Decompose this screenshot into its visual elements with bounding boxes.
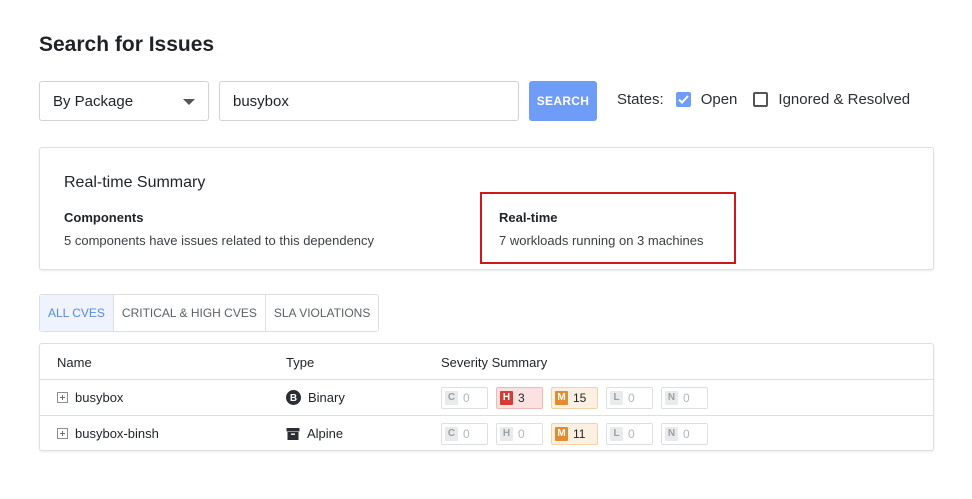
table-row[interactable]: busybox B Binary C0 H3 M 15 L0 N0 bbox=[40, 380, 933, 416]
checkmark-icon bbox=[677, 95, 689, 104]
realtime-summary-card: Real-time Summary Components 5 component… bbox=[39, 147, 934, 270]
open-checkbox[interactable] bbox=[675, 92, 691, 107]
search-button[interactable]: SEARCH bbox=[529, 81, 597, 121]
negligible-count-badge[interactable]: N0 bbox=[661, 386, 708, 409]
low-count-badge[interactable]: L0 bbox=[606, 386, 653, 409]
row-type: Alpine bbox=[307, 426, 344, 441]
states-label: States: bbox=[617, 91, 664, 108]
medium-count-badge[interactable]: M 15 bbox=[551, 386, 598, 409]
chevron-down-icon bbox=[183, 99, 195, 105]
header-type[interactable]: Type bbox=[286, 355, 314, 370]
critical-count-badge[interactable]: C0 bbox=[441, 422, 488, 445]
ignored-resolved-checkbox[interactable] bbox=[753, 92, 769, 107]
search-mode-dropdown[interactable]: By Package bbox=[39, 81, 209, 121]
archive-box-icon bbox=[286, 427, 300, 441]
row-type: Binary bbox=[308, 390, 345, 405]
components-heading: Components bbox=[64, 210, 144, 225]
medium-count-badge[interactable]: M 11 bbox=[551, 422, 598, 445]
high-count-badge[interactable]: H0 bbox=[496, 422, 543, 445]
high-count-badge[interactable]: H3 bbox=[496, 386, 543, 409]
states-filter: States: Open Ignored & Resolved bbox=[617, 91, 910, 108]
components-summary: Components 5 components have issues rela… bbox=[64, 210, 374, 248]
negligible-count-badge[interactable]: N0 bbox=[661, 422, 708, 445]
highlight-box bbox=[480, 192, 736, 264]
ignored-resolved-label: Ignored & Resolved bbox=[778, 91, 911, 108]
table-header: Name Type Severity Summary bbox=[40, 344, 933, 380]
row-name: busybox-binsh bbox=[75, 426, 159, 441]
issues-table: Name Type Severity Summary busybox B Bin… bbox=[39, 343, 934, 451]
svg-text:B: B bbox=[290, 393, 297, 404]
tab-critical-high-cves[interactable]: CRITICAL & HIGH CVES bbox=[114, 295, 266, 331]
tab-sla-violations[interactable]: SLA VIOLATIONS bbox=[266, 295, 378, 331]
search-input[interactable] bbox=[219, 81, 519, 121]
severity-summary: C0 H0 M 11 L0 N0 bbox=[441, 416, 716, 451]
cve-tabs: ALL CVES CRITICAL & HIGH CVES SLA VIOLAT… bbox=[39, 294, 380, 332]
header-name[interactable]: Name bbox=[57, 355, 92, 370]
low-count-badge[interactable]: L0 bbox=[606, 422, 653, 445]
expand-icon[interactable] bbox=[57, 428, 68, 439]
expand-icon[interactable] bbox=[57, 392, 68, 403]
search-mode-value: By Package bbox=[53, 92, 134, 110]
table-row[interactable]: busybox-binsh Alpine C0 H0 M 11 L0 N0 bbox=[40, 416, 933, 452]
open-label: Open bbox=[700, 91, 738, 108]
components-text: 5 components have issues related to this… bbox=[64, 233, 375, 248]
summary-title: Real-time Summary bbox=[64, 174, 206, 191]
page-title: Search for Issues bbox=[39, 33, 215, 56]
critical-count-badge[interactable]: C0 bbox=[441, 386, 488, 409]
header-severity: Severity Summary bbox=[441, 355, 548, 370]
row-name: busybox bbox=[75, 390, 124, 405]
binary-b-icon: B bbox=[286, 390, 301, 405]
tab-all-cves[interactable]: ALL CVES bbox=[40, 295, 114, 331]
severity-summary: C0 H3 M 15 L0 N0 bbox=[441, 380, 716, 415]
